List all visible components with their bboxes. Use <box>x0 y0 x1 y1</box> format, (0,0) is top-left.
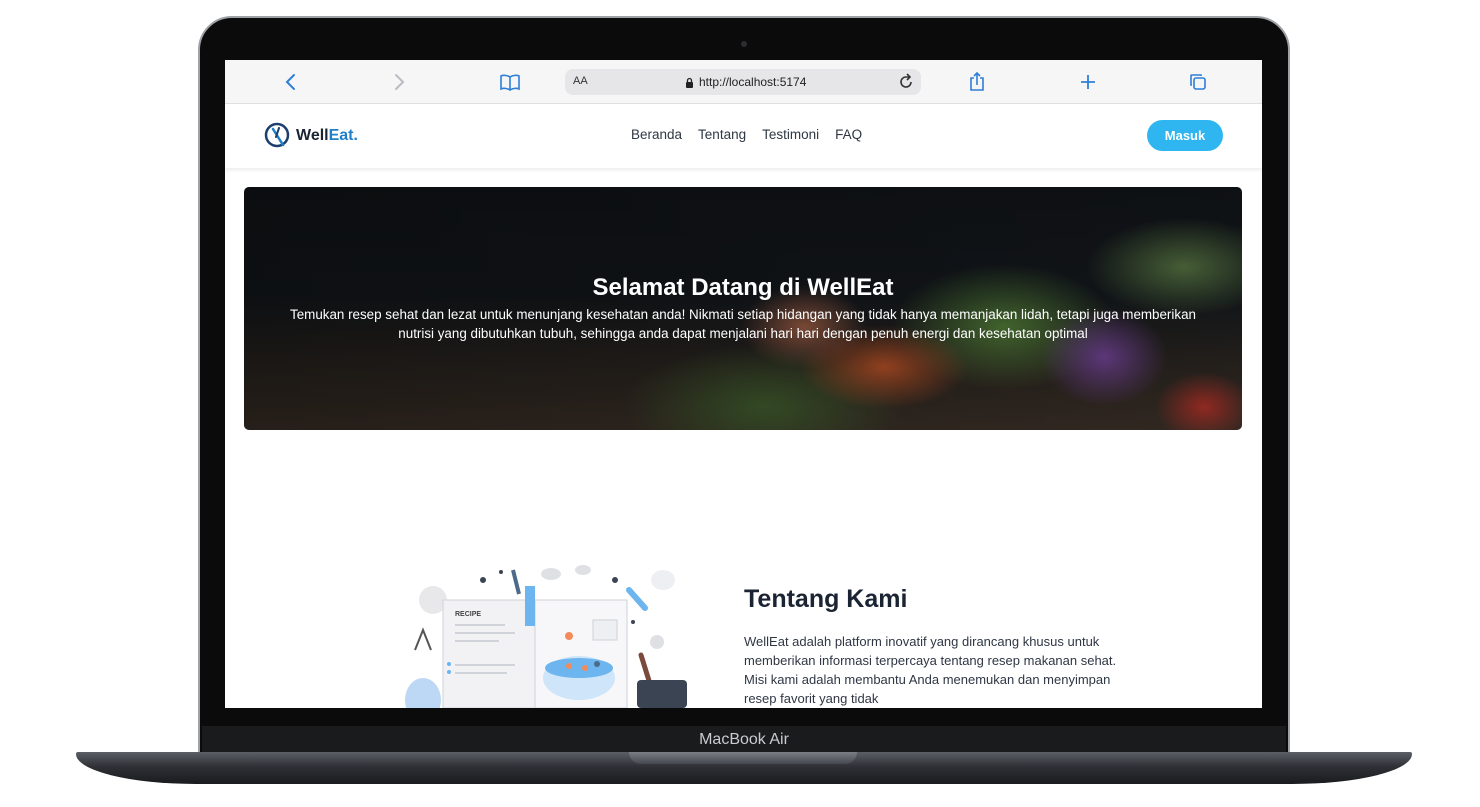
login-button[interactable]: Masuk <box>1147 120 1223 151</box>
laptop-hinge: MacBook Air <box>202 726 1286 754</box>
site-navbar: WellEat. Beranda Tentang Testimoni FAQ M… <box>225 104 1262 168</box>
logo-text: WellEat. <box>296 127 358 145</box>
about-text: WellEat adalah platform inovatif yang di… <box>744 634 1117 706</box>
nav-faq[interactable]: FAQ <box>835 127 862 142</box>
nav-testimoni[interactable]: Testimoni <box>762 127 819 142</box>
nav-tentang[interactable]: Tentang <box>698 127 746 142</box>
forward-icon[interactable] <box>389 71 411 93</box>
recipe-book-illustration: RECIPE <box>405 565 687 708</box>
logo[interactable]: WellEat. <box>263 121 358 151</box>
new-tab-icon[interactable] <box>1077 71 1099 93</box>
hero-subtitle: Temukan resep sehat dan lezat untuk menu… <box>290 307 1196 341</box>
text-size-button[interactable]: AA <box>573 75 588 87</box>
hero-banner: Selamat Datang di WellEat Temukan resep … <box>244 187 1242 430</box>
back-icon[interactable] <box>279 71 301 93</box>
bookmarks-icon[interactable] <box>499 71 521 93</box>
logo-text-main: Well <box>296 127 329 144</box>
lock-icon <box>686 77 693 88</box>
nav-beranda[interactable]: Beranda <box>631 127 682 142</box>
address-bar[interactable]: AA http://localhost:5174 <box>565 69 921 95</box>
logo-icon <box>264 122 290 148</box>
nav-links: Beranda Tentang Testimoni FAQ <box>631 127 862 142</box>
browser-toolbar: AA http://localhost:5174 <box>225 60 1262 104</box>
url-text: http://localhost:5174 <box>699 75 807 89</box>
reload-icon[interactable] <box>897 72 915 97</box>
screen: AA http://localhost:5174 WellEat. Berand… <box>225 60 1262 708</box>
tabs-icon[interactable] <box>1187 71 1209 93</box>
hero-title: Selamat Datang di WellEat <box>592 274 894 301</box>
url-field[interactable]: http://localhost:5174 <box>685 75 806 89</box>
camera-icon <box>741 41 747 47</box>
logo-text-accent: Eat. <box>328 127 358 144</box>
about-title: Tentang Kami <box>744 585 908 613</box>
device-label: MacBook Air <box>699 731 789 748</box>
share-icon[interactable] <box>966 71 988 93</box>
laptop-notch <box>629 752 857 764</box>
illustration-label: RECIPE <box>455 611 481 618</box>
